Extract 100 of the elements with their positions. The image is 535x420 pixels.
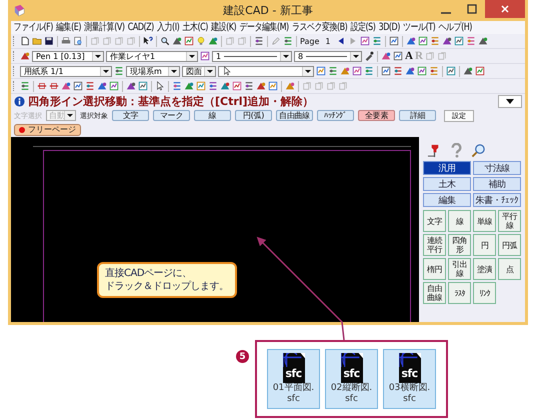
tool-icon[interactable]: [393, 51, 403, 61]
tool-icon[interactable]: [172, 36, 182, 46]
tool-icon[interactable]: [328, 66, 338, 76]
menu-item[interactable]: 設定(S): [350, 21, 376, 34]
tool-button[interactable]: 連続平行: [423, 234, 446, 256]
tool-icon[interactable]: [220, 81, 230, 91]
tool-icon[interactable]: [268, 81, 278, 91]
tool-icon[interactable]: [196, 81, 206, 91]
left-arrow-icon[interactable]: [336, 36, 346, 46]
tool-icon[interactable]: [406, 36, 416, 46]
category-tab[interactable]: 編集: [423, 193, 471, 207]
magnifier-icon[interactable]: [160, 36, 170, 46]
layer-dropdown[interactable]: 作業レイヤ1: [106, 50, 198, 62]
line-tool-icon[interactable]: [37, 81, 47, 91]
category-tab[interactable]: 朱書・ﾁｪｯｸ: [473, 193, 521, 207]
drawing-dropdown[interactable]: 図面: [182, 66, 216, 76]
floppy-icon[interactable]: [44, 36, 54, 46]
menu-item[interactable]: データ編集(M): [239, 21, 289, 34]
tool-icon[interactable]: [430, 36, 440, 46]
tool-icon[interactable]: [254, 36, 264, 46]
target-button[interactable]: 詳細: [399, 110, 436, 121]
close-button[interactable]: [485, 0, 525, 18]
tool-icon[interactable]: [184, 81, 194, 91]
tool-button[interactable]: 円弧: [498, 234, 521, 256]
tool-icon[interactable]: [85, 81, 95, 91]
tool-icon[interactable]: [360, 36, 370, 46]
tool-icon[interactable]: [316, 66, 326, 76]
tool-icon[interactable]: [208, 36, 218, 46]
tool-icon[interactable]: [429, 66, 439, 76]
menu-item[interactable]: 3D(D): [378, 21, 400, 34]
target-button[interactable]: 文字: [112, 110, 149, 121]
tool-button[interactable]: 文字: [423, 210, 446, 232]
tool-icon[interactable]: [405, 66, 415, 76]
pointer-dropdown[interactable]: [218, 66, 314, 76]
tool-icon[interactable]: [393, 66, 403, 76]
menu-item[interactable]: 建設(K): [211, 21, 236, 34]
tool-button[interactable]: 引出線: [448, 258, 471, 280]
pointer-icon[interactable]: [155, 81, 165, 91]
tool-button[interactable]: ﾘﾝｸ: [473, 282, 496, 304]
target-button[interactable]: 円(弧): [235, 110, 272, 121]
tool-icon[interactable]: [200, 51, 210, 61]
tool-icon[interactable]: [466, 36, 476, 46]
tool-icon[interactable]: [20, 51, 30, 61]
tool-icon[interactable]: [73, 81, 83, 91]
category-tab[interactable]: 汎用: [423, 161, 471, 175]
tool-icon[interactable]: [114, 66, 124, 76]
tool-icon[interactable]: [352, 66, 362, 76]
tool-button[interactable]: 平行線: [498, 210, 521, 232]
tool-icon[interactable]: [184, 36, 194, 46]
file-item[interactable]: sfc 02縦断図.sfc: [325, 349, 378, 409]
tool-icon[interactable]: [126, 81, 136, 91]
tool-icon[interactable]: [340, 66, 350, 76]
tool-icon[interactable]: [389, 36, 400, 46]
category-tab[interactable]: 土木: [423, 177, 471, 191]
tool-button[interactable]: 四角形: [448, 234, 471, 256]
menu-item[interactable]: ヘルプ(H): [438, 21, 472, 34]
tool-icon[interactable]: [97, 81, 107, 91]
bulb-icon[interactable]: [196, 36, 206, 46]
tool-icon[interactable]: [463, 66, 473, 76]
category-tab[interactable]: 寸法線: [473, 161, 521, 175]
tool-icon[interactable]: [109, 81, 119, 91]
help-pointer-icon[interactable]: [143, 36, 153, 46]
drawing-canvas[interactable]: 直接CADページに、 ドラック＆ドロップします。: [11, 137, 419, 322]
pencil-icon[interactable]: [271, 36, 281, 46]
paper-dropdown[interactable]: 用紙系 1/1: [20, 66, 112, 76]
tool-button[interactable]: 線: [448, 210, 471, 232]
tool-button[interactable]: 塗潰: [473, 258, 496, 280]
tool-icon[interactable]: [364, 66, 374, 76]
target-button[interactable]: 全要素: [358, 110, 395, 121]
tool-icon[interactable]: [418, 36, 428, 46]
tool-icon[interactable]: [381, 66, 391, 76]
menu-item[interactable]: ファイル(F): [13, 21, 53, 34]
file-item[interactable]: sfc 03横断図.sfc: [383, 349, 436, 409]
target-button[interactable]: ﾊｯﾁﾝｸﾞ: [317, 110, 354, 121]
tool-icon[interactable]: [138, 81, 148, 91]
menu-item[interactable]: ラスベク変換(B): [292, 21, 348, 34]
tool-icon[interactable]: [172, 81, 182, 91]
menu-item[interactable]: 入力(I): [157, 21, 180, 34]
tool-icon[interactable]: [61, 81, 71, 91]
menu-item[interactable]: CAD(Z): [128, 21, 154, 34]
line-width-dropdown[interactable]: 1: [212, 50, 292, 62]
tool-icon[interactable]: [442, 36, 452, 46]
tool-icon[interactable]: [244, 81, 254, 91]
preview-icon[interactable]: [73, 36, 83, 46]
document-icon[interactable]: [20, 36, 30, 46]
tool-button[interactable]: 単線: [473, 210, 496, 232]
line-tool-icon[interactable]: [49, 81, 59, 91]
folder-icon[interactable]: [32, 36, 42, 46]
tool-button[interactable]: 自由曲線: [423, 282, 446, 304]
size-dropdown[interactable]: 8: [294, 50, 362, 62]
menu-item[interactable]: 測量計算(V): [84, 21, 125, 34]
tool-icon[interactable]: [283, 36, 293, 46]
menu-item[interactable]: ツール(T): [403, 21, 436, 34]
tool-icon[interactable]: [381, 51, 391, 61]
tool-icon[interactable]: [454, 36, 464, 46]
target-button[interactable]: マーク: [153, 110, 190, 121]
category-tab[interactable]: 補助: [473, 177, 521, 191]
tool-icon[interactable]: [417, 66, 427, 76]
tool-icon[interactable]: [20, 81, 30, 91]
eyedropper-icon[interactable]: [364, 51, 374, 61]
